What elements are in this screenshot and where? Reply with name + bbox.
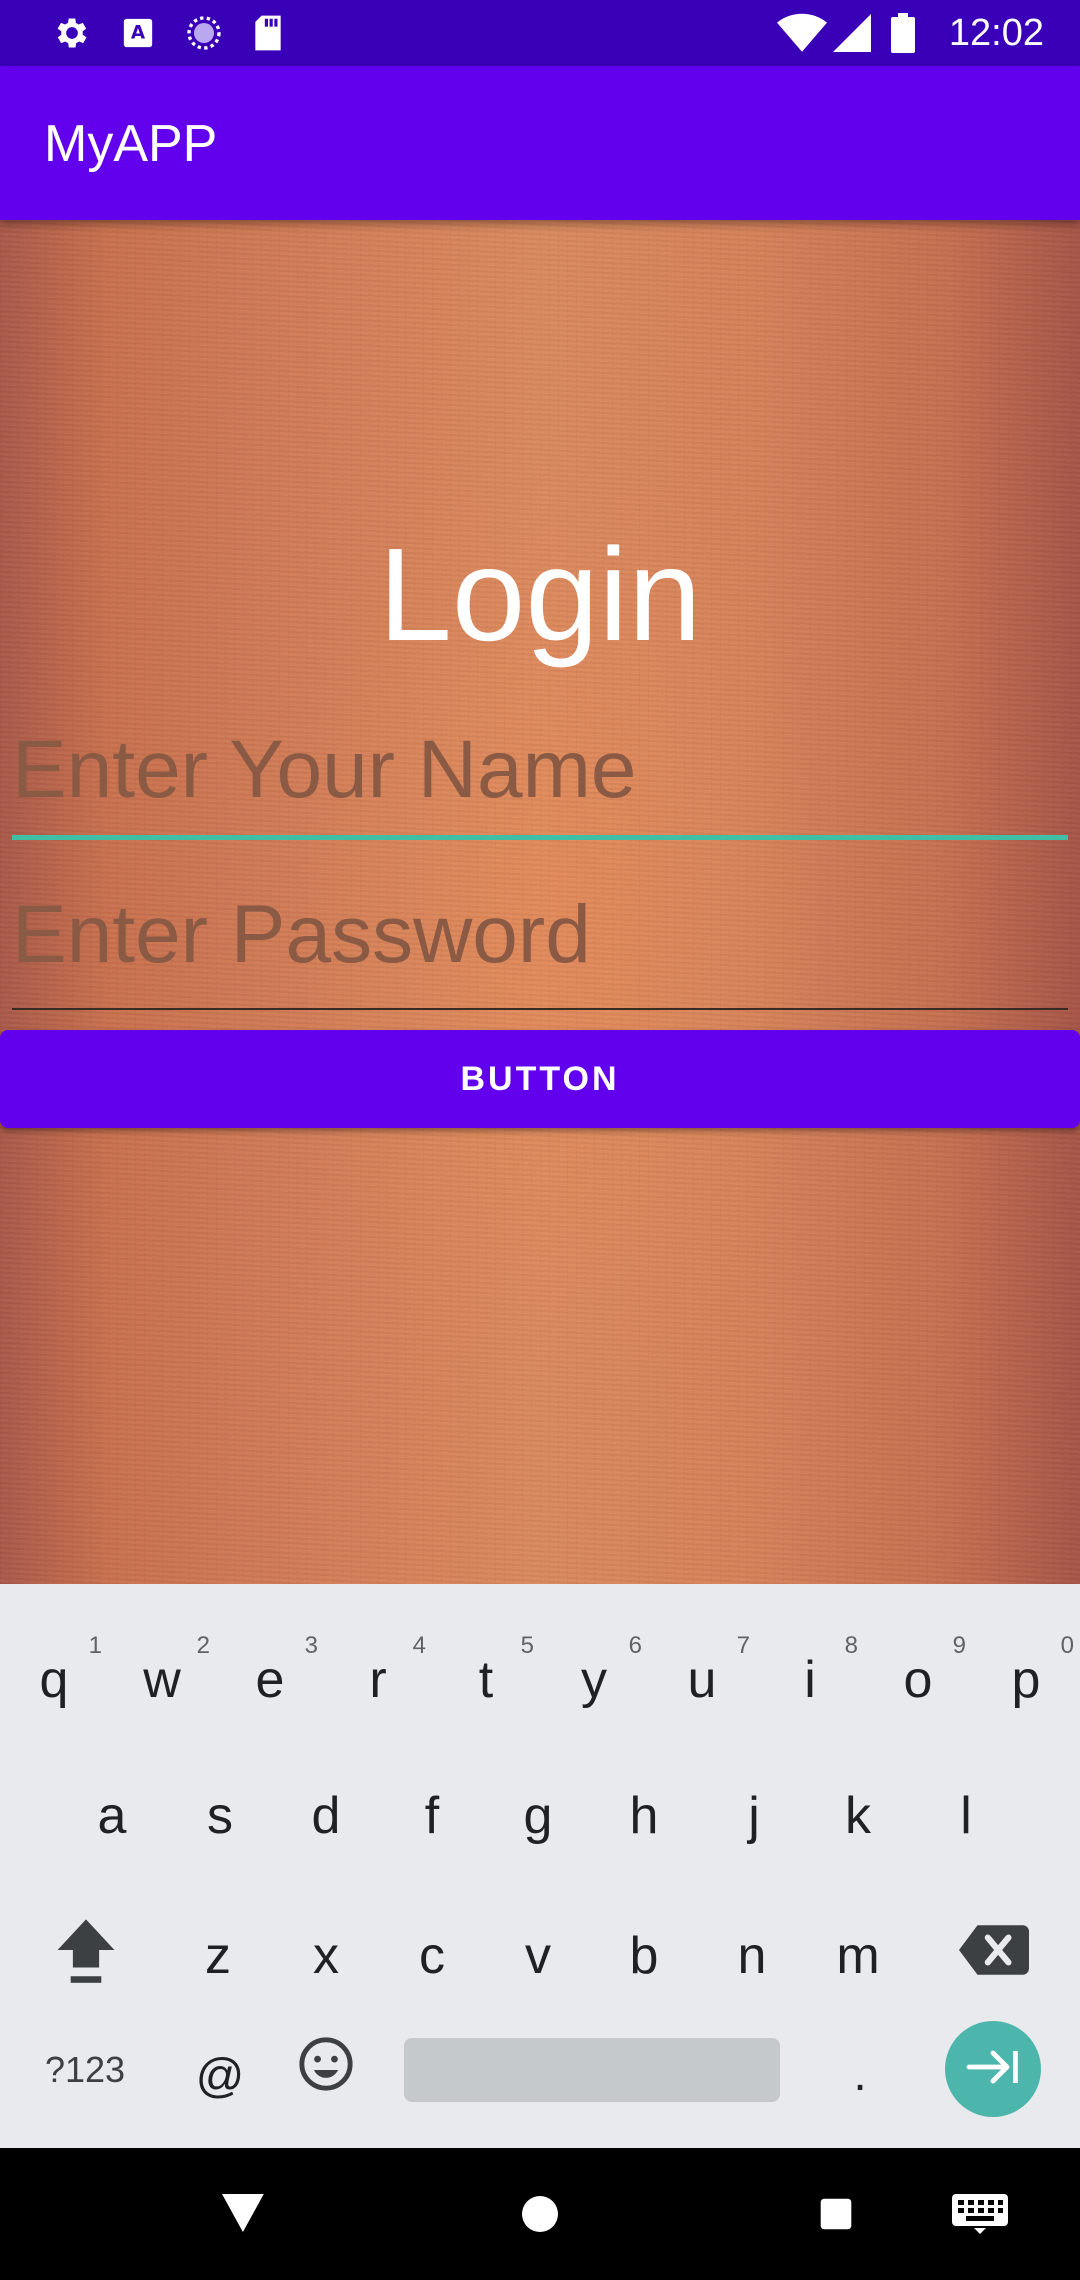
key-label: o [903,1651,933,1709]
key-hint: 2 [196,1632,210,1659]
key-d[interactable]: d [272,1756,380,1876]
key-v[interactable]: v [484,1896,592,2016]
backspace-key[interactable] [930,1896,1058,2016]
key-n[interactable]: n [698,1896,806,2016]
status-time: 12:02 [948,12,1044,54]
home-icon[interactable] [510,2184,570,2244]
name-field[interactable]: Enter Your Name [12,715,1068,840]
login-screen: Login Enter Your Name Enter Password BUT… [0,220,1080,1584]
key-hint: 3 [304,1632,318,1659]
key-h[interactable]: h [590,1756,698,1876]
key-b[interactable]: b [590,1896,698,2016]
key-m[interactable]: m [804,1896,912,2016]
symbols-key[interactable]: ?123 [20,2010,150,2130]
key-l[interactable]: l [912,1756,1020,1876]
soft-keyboard: q1 w2 e3 r4 t5 y6 u7 i8 o9 p0 a s d f g … [0,1584,1080,2148]
app-bar: MyAPP [0,66,1080,220]
battery-icon [888,10,918,56]
login-button[interactable]: BUTTON [0,1030,1080,1128]
back-icon[interactable] [214,2184,274,2244]
key-f[interactable]: f [378,1756,486,1876]
key-g[interactable]: g [484,1756,592,1876]
password-field-placeholder: Enter Password [12,889,591,980]
signal-icon [832,10,872,56]
key-t[interactable]: t5 [432,1620,540,1740]
sync-icon [182,10,226,56]
shift-key[interactable] [22,1896,150,2016]
next-arrow-icon [965,2049,1021,2090]
gear-icon [50,10,94,56]
key-p[interactable]: p0 [972,1620,1080,1740]
key-label: p [1011,1651,1041,1709]
key-c[interactable]: c [378,1896,486,2016]
navigation-bar [0,2148,1080,2280]
key-hint: 7 [736,1632,750,1659]
key-x[interactable]: x [272,1896,380,2016]
name-field-underline [12,835,1068,840]
key-hint: 6 [628,1632,642,1659]
key-o[interactable]: o9 [864,1620,972,1740]
key-e[interactable]: e3 [216,1620,324,1740]
app-title: MyAPP [44,115,218,173]
key-label: w [143,1651,181,1709]
wifi-icon [776,10,828,56]
key-u[interactable]: u7 [648,1620,756,1740]
key-label: q [39,1651,69,1709]
svg-text:A: A [131,23,146,44]
key-i[interactable]: i8 [756,1620,864,1740]
key-hint: 9 [952,1632,966,1659]
key-label: r [369,1651,387,1709]
login-title: Login [378,521,702,668]
keyboard-icon[interactable] [950,2184,1010,2244]
space-key[interactable] [404,2038,780,2102]
key-q[interactable]: q1 [0,1620,108,1740]
key-label: e [255,1651,285,1709]
name-field-placeholder: Enter Your Name [12,724,637,815]
key-hint: 5 [520,1632,534,1659]
key-w[interactable]: w2 [108,1620,216,1740]
backspace-icon [959,1924,1029,1988]
key-label: t [478,1651,494,1709]
key-j[interactable]: j [700,1756,808,1876]
shift-icon [53,1915,119,1998]
key-a[interactable]: a [58,1756,166,1876]
period-key[interactable]: . [806,2014,914,2134]
password-field-underline [12,1008,1068,1010]
at-key[interactable]: @ [166,2016,274,2136]
key-y[interactable]: y6 [540,1620,648,1740]
password-field[interactable]: Enter Password [12,880,1068,1010]
key-r[interactable]: r4 [324,1620,432,1740]
key-hint: 1 [88,1632,102,1659]
next-key[interactable] [945,2021,1041,2117]
key-label: i [804,1651,816,1709]
key-s[interactable]: s [166,1756,274,1876]
key-z[interactable]: z [164,1896,272,2016]
recents-icon[interactable] [806,2184,866,2244]
key-hint: 0 [1060,1632,1074,1659]
key-hint: 4 [412,1632,426,1659]
key-k[interactable]: k [804,1756,912,1876]
emoji-key[interactable] [272,2010,380,2130]
emoji-icon [297,2035,355,2106]
status-bar: A 12:02 [0,0,1080,66]
font-icon: A [118,10,158,56]
sd-card-icon [248,10,288,56]
key-label: y [581,1651,607,1709]
key-label: u [687,1651,717,1709]
key-hint: 8 [844,1632,858,1659]
